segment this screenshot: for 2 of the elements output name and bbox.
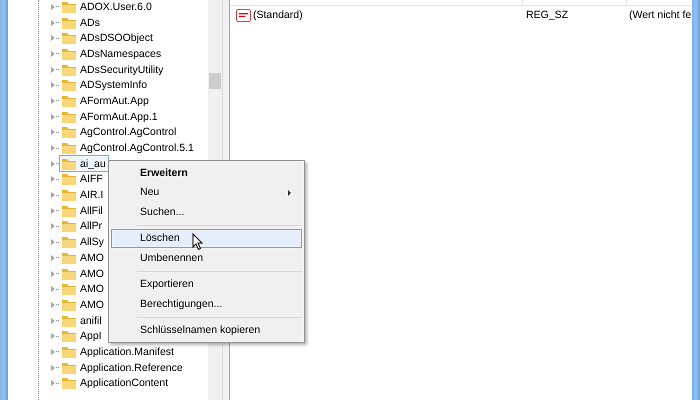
value-data: (Wert nicht fe xyxy=(629,9,692,21)
value-type: REG_SZ xyxy=(526,9,568,21)
